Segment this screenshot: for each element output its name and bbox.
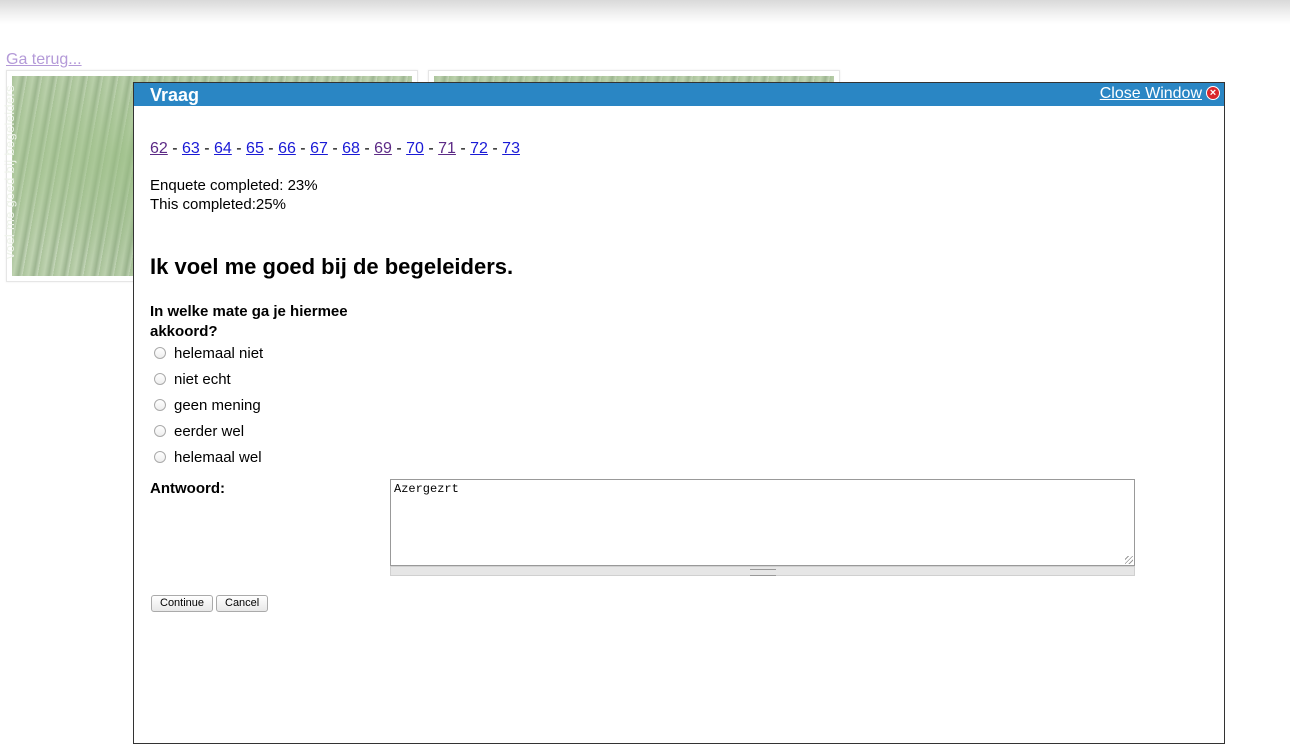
answer-label: Antwoord:	[150, 480, 225, 497]
answer-textarea[interactable]: Azergezrt	[390, 479, 1135, 566]
pager-separator: -	[391, 140, 407, 157]
page-link-62[interactable]: 62	[150, 140, 168, 157]
grip-icon	[749, 569, 776, 576]
answer-options: helemaal niet niet echt geen mening eerd…	[154, 340, 263, 470]
pager-separator: -	[327, 140, 343, 157]
page-link-69[interactable]: 69	[374, 140, 392, 157]
enquete-progress: Enquete completed: 23%	[150, 177, 318, 194]
back-link[interactable]: Ga terug...	[6, 51, 82, 69]
pager-separator: -	[167, 140, 183, 157]
option-label: niet echt	[174, 370, 231, 388]
pager-separator: -	[199, 140, 215, 157]
page-link-73[interactable]: 73	[502, 140, 520, 157]
radio-button[interactable]	[154, 451, 166, 463]
radio-button[interactable]	[154, 399, 166, 411]
option-row[interactable]: helemaal niet	[154, 340, 263, 366]
pager-separator: -	[359, 140, 375, 157]
close-window-link[interactable]: Close Window	[1100, 85, 1202, 103]
pager-separator: -	[487, 140, 503, 157]
option-label: helemaal wel	[174, 448, 262, 466]
sub-question: In welke mate ga je hiermee akkoord?	[150, 303, 348, 340]
option-row[interactable]: helemaal wel	[154, 444, 263, 470]
pager-separator: -	[263, 140, 279, 157]
pager-separator: -	[423, 140, 439, 157]
pager-separator: -	[455, 140, 471, 157]
question-dialog: Vraag Close Window × 62 - 63 - 64 - 65 -…	[133, 82, 1225, 744]
pager-separator: -	[295, 140, 311, 157]
option-label: geen mening	[174, 396, 261, 414]
browser-top-shadow	[0, 0, 1290, 24]
photo-caption: voel me goed bij begeleiders	[2, 85, 17, 259]
question-pager: 62 - 63 - 64 - 65 - 66 - 67 - 68 - 69 - …	[150, 140, 520, 158]
question-title: Ik voel me goed bij de begeleiders.	[150, 254, 514, 279]
answer-text: Azergezrt	[394, 482, 459, 496]
option-row[interactable]: eerder wel	[154, 418, 263, 444]
page-link-71[interactable]: 71	[438, 140, 456, 157]
cancel-button[interactable]: Cancel	[216, 595, 269, 612]
option-label: eerder wel	[174, 422, 245, 440]
radio-button[interactable]	[154, 425, 166, 437]
option-row[interactable]: geen mening	[154, 392, 263, 418]
dialog-header: Vraag Close Window ×	[134, 83, 1224, 106]
continue-button[interactable]: Continue	[151, 595, 214, 612]
page-link-64[interactable]: 64	[214, 140, 232, 157]
radio-button[interactable]	[154, 347, 166, 359]
page-link-68[interactable]: 68	[342, 140, 360, 157]
page-link-66[interactable]: 66	[278, 140, 296, 157]
radio-button[interactable]	[154, 373, 166, 385]
option-label: helemaal niet	[174, 344, 264, 362]
dialog-title: Vraag	[150, 85, 200, 105]
close-icon[interactable]: ×	[1206, 86, 1220, 100]
page-link-70[interactable]: 70	[406, 140, 424, 157]
pager-separator: -	[231, 140, 247, 157]
page-link-63[interactable]: 63	[182, 140, 200, 157]
textarea-grip[interactable]	[390, 566, 1135, 576]
resize-handle-icon[interactable]	[1125, 556, 1133, 564]
page-link-65[interactable]: 65	[246, 140, 264, 157]
option-row[interactable]: niet echt	[154, 366, 263, 392]
question-progress: This completed:25%	[150, 196, 286, 213]
page-link-67[interactable]: 67	[310, 140, 328, 157]
progress-info: Enquete completed: 23% This completed:25…	[150, 176, 318, 214]
page-link-72[interactable]: 72	[470, 140, 488, 157]
